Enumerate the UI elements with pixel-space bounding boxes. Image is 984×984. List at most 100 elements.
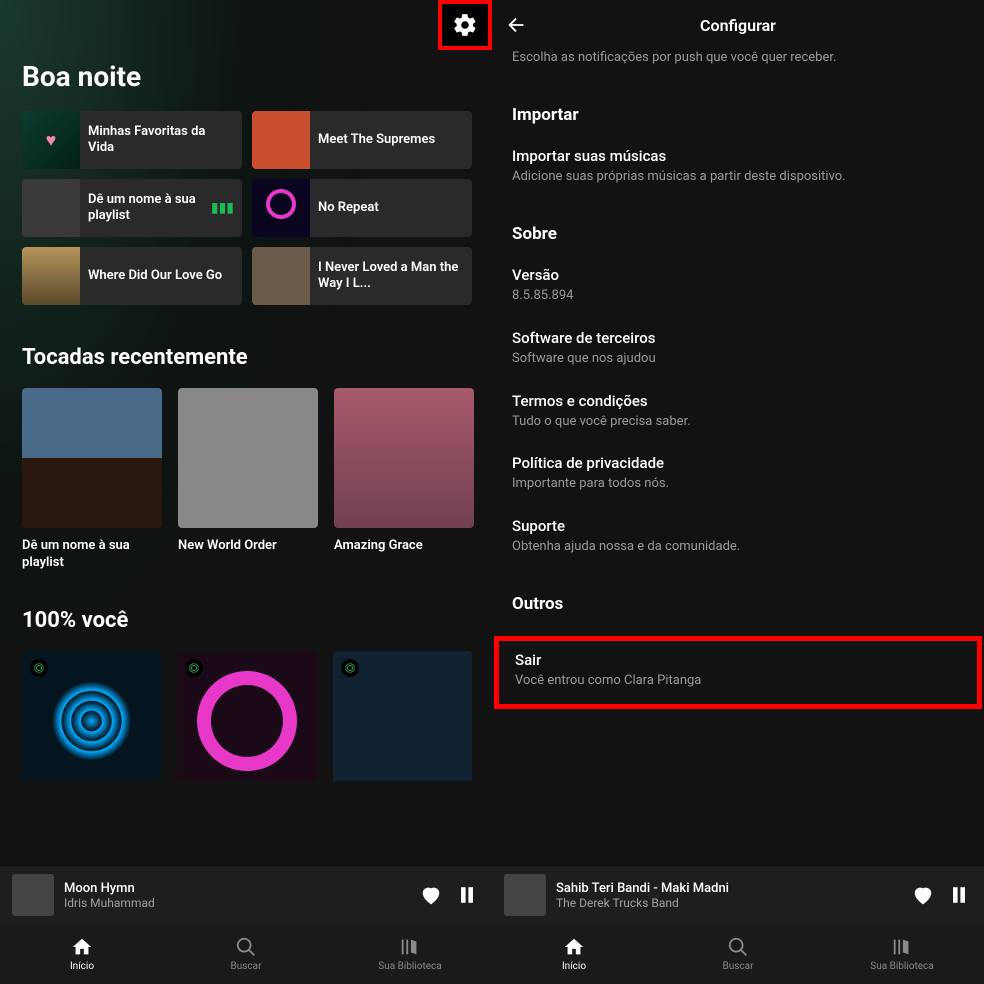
playlist-art[interactable] <box>333 651 472 781</box>
tile-norepeat[interactable]: No Repeat <box>252 179 472 237</box>
import-music-row[interactable]: Importar suas músicas Adicione suas próp… <box>512 147 964 186</box>
album-art <box>22 247 80 305</box>
now-playing-title: Moon Hymn <box>64 881 408 896</box>
recent-label: New World Order <box>178 538 318 555</box>
tile-favorites[interactable]: Minhas Favoritas da Vida <box>22 111 242 169</box>
now-playing-bar[interactable]: Sahib Teri Bandi - Maki Madni The Derek … <box>492 866 984 924</box>
album-art <box>252 247 310 305</box>
recent-item[interactable]: Amazing Grace <box>334 388 474 572</box>
playlist-art[interactable] <box>177 651 316 781</box>
recently-played-title: Tocadas recentemente <box>22 345 472 370</box>
setting-subtitle: Tudo o que você precisa saber. <box>512 414 964 431</box>
nav-home[interactable]: Início <box>0 924 164 984</box>
tile-label: Meet The Supremes <box>310 132 472 148</box>
tile-label: No Repeat <box>310 200 472 216</box>
made-for-you-row <box>22 651 472 781</box>
bottom-nav: Início Buscar Sua Biblioteca <box>492 924 984 984</box>
notifications-subtitle: Escolha as notificações por push que voc… <box>512 50 964 67</box>
playlist-art <box>252 179 310 237</box>
nav-library[interactable]: Sua Biblioteca <box>328 924 492 984</box>
tile-label: Where Did Our Love Go <box>80 268 242 284</box>
playlist-art[interactable] <box>22 651 161 781</box>
arrow-left-icon <box>506 14 528 36</box>
album-art <box>334 388 474 528</box>
logout-label: Sair <box>515 651 961 669</box>
settings-button-highlight[interactable] <box>438 0 492 50</box>
tile-playlist[interactable]: Dê um nome à sua playlist ▮▮▮ <box>22 179 242 237</box>
spotify-logo-icon <box>341 659 359 677</box>
pause-button[interactable] <box>946 882 972 908</box>
shortcut-grid: Minhas Favoritas da Vida Meet The Suprem… <box>22 111 472 305</box>
recent-label: Dê um nome à sua playlist <box>22 538 162 572</box>
setting-label: Software de terceiros <box>512 329 964 347</box>
now-playing-indicator-icon: ▮▮▮ <box>211 200 234 216</box>
now-playing-bar[interactable]: Moon Hymn Idris Muhammad <box>0 866 492 924</box>
now-playing-info: Moon Hymn Idris Muhammad <box>64 881 408 910</box>
heart-icon <box>912 884 934 906</box>
nav-search[interactable]: Buscar <box>656 924 820 984</box>
spotify-logo-icon <box>185 659 203 677</box>
thirdparty-row[interactable]: Software de terceiros Software que nos a… <box>512 329 964 368</box>
setting-label: Política de privacidade <box>512 454 964 472</box>
nav-label: Início <box>70 961 94 972</box>
import-section-head: Importar <box>512 105 964 125</box>
nav-search[interactable]: Buscar <box>164 924 328 984</box>
search-icon <box>235 936 257 958</box>
setting-label: Suporte <box>512 517 964 535</box>
pause-button[interactable] <box>454 882 480 908</box>
setting-subtitle: Obtenha ajuda nossa e da comunidade. <box>512 539 964 556</box>
album-art <box>22 388 162 528</box>
version-value: 8.5.85.894 <box>512 288 964 305</box>
nav-label: Sua Biblioteca <box>378 961 441 972</box>
now-playing-artist: Idris Muhammad <box>64 896 408 910</box>
nav-home[interactable]: Início <box>492 924 656 984</box>
album-art <box>252 111 310 169</box>
bottom-nav: Início Buscar Sua Biblioteca <box>0 924 492 984</box>
settings-title: Configurar <box>700 16 776 35</box>
made-for-you-title: 100% você <box>22 608 472 633</box>
search-icon <box>727 936 749 958</box>
library-icon <box>891 936 913 958</box>
now-playing-artist: The Derek Trucks Band <box>556 896 900 910</box>
terms-row[interactable]: Termos e condições Tudo o que você preci… <box>512 392 964 431</box>
tile-wheredid[interactable]: Where Did Our Love Go <box>22 247 242 305</box>
playlist-art <box>22 179 80 237</box>
now-playing-info: Sahib Teri Bandi - Maki Madni The Derek … <box>556 881 900 910</box>
support-row[interactable]: Suporte Obtenha ajuda nossa e da comunid… <box>512 517 964 556</box>
back-button[interactable] <box>506 14 530 38</box>
nav-library[interactable]: Sua Biblioteca <box>820 924 984 984</box>
setting-label: Importar suas músicas <box>512 147 964 165</box>
tile-supremes[interactable]: Meet The Supremes <box>252 111 472 169</box>
now-playing-art <box>504 874 546 916</box>
album-art <box>178 388 318 528</box>
privacy-row[interactable]: Política de privacidade Importante para … <box>512 454 964 493</box>
playlist-art <box>22 111 80 169</box>
recently-played-row: Dê um nome à sua playlist New World Orde… <box>22 388 472 572</box>
other-section-head: Outros <box>512 594 964 614</box>
about-section-head: Sobre <box>512 224 964 244</box>
logout-row-highlight[interactable]: Sair Você entrou como Clara Pitanga <box>494 636 982 709</box>
nav-label: Sua Biblioteca <box>870 961 933 972</box>
home-icon <box>563 936 585 958</box>
settings-header: Configurar <box>492 0 984 50</box>
logout-subtitle: Você entrou como Clara Pitanga <box>515 673 961 690</box>
pause-icon <box>456 884 478 906</box>
now-playing-title: Sahib Teri Bandi - Maki Madni <box>556 881 900 896</box>
like-button[interactable] <box>418 882 444 908</box>
setting-label: Termos e condições <box>512 392 964 410</box>
tile-aretha[interactable]: I Never Loved a Man the Way I L... <box>252 247 472 305</box>
library-icon <box>399 936 421 958</box>
tile-label: Minhas Favoritas da Vida <box>80 124 242 157</box>
gear-icon <box>452 12 478 38</box>
setting-subtitle: Importante para todos nós. <box>512 476 964 493</box>
nav-label: Buscar <box>723 961 754 972</box>
recent-item[interactable]: New World Order <box>178 388 318 572</box>
setting-label: Versão <box>512 266 964 284</box>
spotify-logo-icon <box>30 659 48 677</box>
tile-label: Dê um nome à sua playlist <box>80 192 211 225</box>
setting-subtitle: Adicione suas próprias músicas a partir … <box>512 169 964 186</box>
greeting-title: Boa noite <box>22 60 472 93</box>
like-button[interactable] <box>910 882 936 908</box>
recent-item[interactable]: Dê um nome à sua playlist <box>22 388 162 572</box>
nav-label: Buscar <box>231 961 262 972</box>
